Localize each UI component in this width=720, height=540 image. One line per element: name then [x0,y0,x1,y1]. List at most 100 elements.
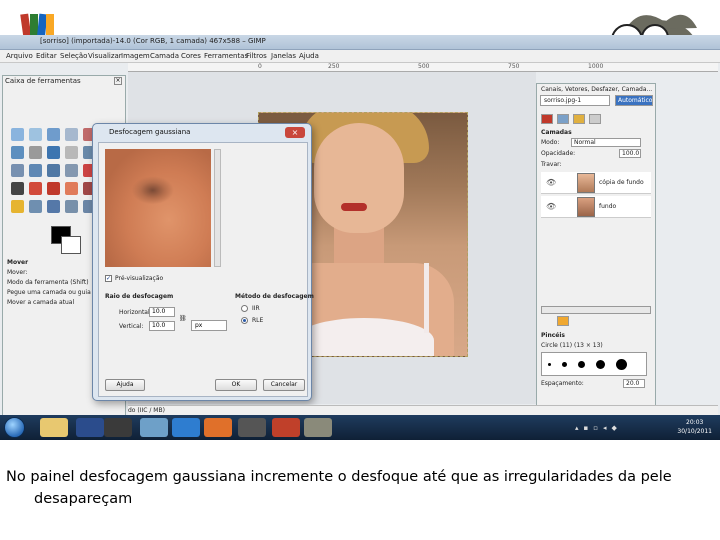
background-color-swatch[interactable] [61,236,81,254]
opacity-input[interactable]: 100.0 [619,149,641,158]
menu-ajuda[interactable]: Ajuda [299,52,319,60]
horizontal-input[interactable]: 10.0 [149,307,175,317]
bucket-fill-tool-icon[interactable] [29,182,42,195]
powerpoint-taskbar-icon[interactable] [272,418,300,437]
toolbox-title: Caixa de ferramentas [5,77,81,85]
paths-tool-icon[interactable] [11,146,24,159]
menu-imagem[interactable]: Imagem [121,52,150,60]
ink-tool-icon[interactable] [29,200,42,213]
tool-option-pick-layer[interactable]: Pegue uma camada ou guia [7,289,91,296]
method-rle-label: RLE [252,317,264,324]
paths-tab-icon[interactable] [573,114,585,124]
brush-swatch[interactable] [616,359,627,370]
layers-toolbar [541,306,651,314]
brush-swatch[interactable] [578,361,585,368]
system-tray-icons[interactable]: ▴▪▫◂◆ [575,424,622,432]
layer-name: cópia de fundo [599,179,644,186]
layers-label: Camadas [541,129,572,136]
gimp-taskbar-icon[interactable] [304,418,332,437]
preview-checkbox[interactable]: ✓ [105,275,112,282]
gaussian-blur-dialog: Desfocagem gaussiana × ✓ Pré-visualizaçã… [92,123,314,401]
menu-camada[interactable]: Camada [150,52,179,60]
rotate-tool-icon[interactable] [29,164,42,177]
menu-selecao[interactable]: Seleção [60,52,87,60]
firefox-taskbar-icon[interactable] [204,418,232,437]
measure-tool-icon[interactable] [65,146,78,159]
zoom-tool-icon[interactable] [47,146,60,159]
undo-tab-icon[interactable] [589,114,601,124]
visibility-eye-icon[interactable]: 👁 [546,178,556,187]
airbrush-tool-icon[interactable] [11,200,24,213]
app-taskbar-icon[interactable] [238,418,266,437]
clock-time: 20:03 [686,419,704,426]
scale-tool-icon[interactable] [47,164,60,177]
rect-select-tool-icon[interactable] [11,128,24,141]
layers-dock: Canais, Vetores, Desfazer, Camada... sor… [536,83,656,411]
menu-bar: Arquivo Editar Seleção Visualizar Imagem… [0,50,720,63]
spacing-input[interactable]: 20.0 [623,379,645,388]
explorer-taskbar-icon[interactable] [40,418,68,437]
method-iir-radio[interactable] [241,305,248,312]
start-button-icon[interactable] [4,417,25,438]
menu-janelas[interactable]: Janelas [271,52,296,60]
pencil-tool-icon[interactable] [65,182,78,195]
screenshot: [sorriso] (importada)-14.0 (Cor RGB, 1 c… [0,35,720,440]
cancel-button[interactable]: Cancelar [263,379,305,391]
internet-explorer-taskbar-icon[interactable] [172,418,200,437]
lock-label: Travar: [541,161,562,168]
photo-strap [424,263,429,333]
brush-grid[interactable] [541,352,647,376]
blur-method-label: Método de desfocagem [235,293,314,300]
tool-option-move-active[interactable]: Mover a camada atual [7,299,74,306]
media-taskbar-icon[interactable] [104,418,132,437]
blur-preview[interactable] [105,149,211,267]
ok-button[interactable]: OK [215,379,257,391]
crop-tool-icon[interactable] [11,164,24,177]
image-select[interactable]: sorriso.jpg-1 [540,95,610,106]
photoshop-taskbar-icon[interactable] [76,418,104,437]
layer-row[interactable]: 👁 fundo [541,196,651,218]
brush-swatch[interactable] [562,362,567,367]
taskbar-clock[interactable]: 20:03 30/10/2011 [677,418,712,436]
auto-button[interactable]: Automático [615,95,653,106]
ruler-label: 250 [328,63,340,70]
ruler-label: 0 [258,63,262,70]
dialog-close-icon[interactable]: × [285,127,305,138]
brush-swatch[interactable] [548,363,551,366]
visibility-eye-icon[interactable]: 👁 [546,202,556,211]
method-iir-label: IIR [252,305,260,312]
text-tool-icon[interactable] [11,182,24,195]
menu-cores[interactable]: Cores [181,52,201,60]
close-icon[interactable]: × [114,77,122,85]
brush-swatch[interactable] [596,360,605,369]
caption-line-2: desapareçam [34,491,133,507]
unit-select[interactable]: px [191,320,227,331]
ellipse-select-tool-icon[interactable] [29,128,42,141]
channels-tab-icon[interactable] [557,114,569,124]
brushes-tab-icon[interactable] [557,316,569,326]
vertical-input[interactable]: 10.0 [149,321,175,331]
color-picker-tool-icon[interactable] [29,146,42,159]
dialog-body: ✓ Pré-visualização Raio de desfocagem Ho… [98,142,314,397]
layers-tab-icon[interactable] [541,114,553,124]
menu-ferramentas[interactable]: Ferramentas [204,52,248,60]
blend-tool-icon[interactable] [47,182,60,195]
brush-name: Circle (11) (13 × 13) [541,342,603,349]
heal-tool-icon[interactable] [65,200,78,213]
mode-label: Modo: [541,139,560,146]
menu-arquivo[interactable]: Arquivo [6,52,33,60]
method-rle-radio[interactable] [241,317,248,324]
lasso-tool-icon[interactable] [47,128,60,141]
clone-tool-icon[interactable] [47,200,60,213]
menu-filtros[interactable]: Filtros [246,52,267,60]
preview-scrollbar[interactable] [214,149,221,267]
menu-editar[interactable]: Editar [36,52,57,60]
layer-row[interactable]: 👁 cópia de fundo [541,172,651,194]
app-taskbar-icon[interactable] [140,418,168,437]
chain-link-icon[interactable]: ⛓ [179,315,187,322]
mode-select[interactable]: Normal [571,138,641,147]
shear-tool-icon[interactable] [65,164,78,177]
magic-wand-tool-icon[interactable] [65,128,78,141]
menu-visualizar[interactable]: Visualizar [88,52,122,60]
help-button[interactable]: Ajuda [105,379,145,391]
